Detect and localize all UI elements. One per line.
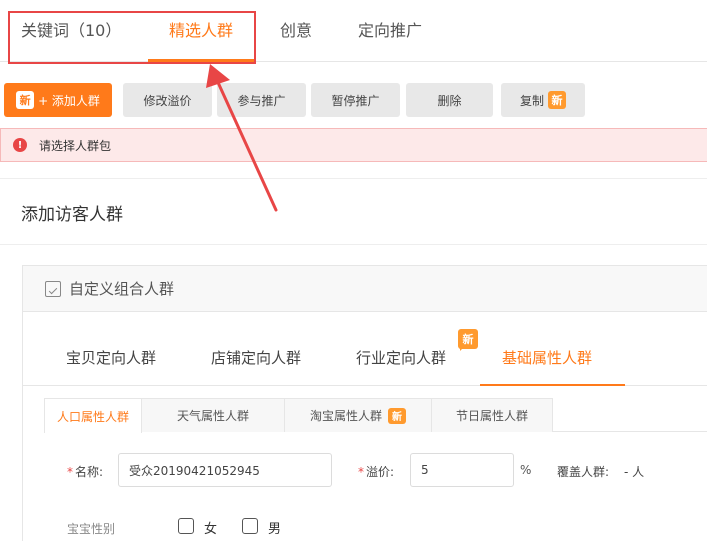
premium-label: * 溢价:	[358, 465, 395, 479]
male-checkbox[interactable]	[242, 518, 258, 534]
divider	[0, 244, 707, 245]
male-label: 男	[268, 522, 282, 537]
badge-tail	[460, 346, 465, 351]
tab-targeted-promo[interactable]: 定向推广	[358, 17, 422, 41]
tab-basic-attr-crowd[interactable]: 基础属性人群	[502, 347, 592, 368]
active-tab-underline	[480, 384, 625, 386]
name-label: * 名称:	[67, 465, 104, 479]
new-badge: 新	[16, 91, 35, 109]
premium-input[interactable]: 5	[410, 453, 514, 487]
percent-unit: %	[520, 463, 532, 477]
copy-button[interactable]: 复制 新	[501, 83, 585, 117]
card-header: 自定义组合人群	[23, 266, 707, 312]
annotation-highlight-box	[8, 11, 256, 64]
error-icon: !	[13, 138, 27, 152]
baby-gender-label: 宝宝性别	[67, 522, 116, 536]
tab-item-crowd[interactable]: 宝贝定向人群	[66, 347, 156, 368]
tab-creative[interactable]: 创意	[280, 17, 312, 41]
card-title: 自定义组合人群	[69, 280, 175, 298]
tab-demographic[interactable]: 人口属性人群	[44, 398, 142, 433]
tab-industry-crowd[interactable]: 行业定向人群	[356, 347, 446, 368]
add-crowd-button[interactable]: 新 + 添加人群	[4, 83, 112, 117]
tab-taobao-label: 淘宝属性人群	[309, 409, 382, 423]
new-badge: 新	[388, 407, 406, 424]
female-label: 女	[204, 522, 218, 537]
combine-icon	[45, 280, 61, 297]
edit-premium-button[interactable]: 修改溢价	[123, 83, 212, 117]
copy-label: 复制	[519, 93, 544, 108]
tab-store-crowd[interactable]: 店铺定向人群	[211, 347, 301, 368]
annotation-arrow-icon	[206, 64, 278, 212]
tab-weather[interactable]: 天气属性人群	[141, 398, 285, 432]
name-input[interactable]: 受众20190421052945	[118, 453, 332, 487]
alert-text: 请选择人群包	[39, 138, 112, 153]
coverage-label: 覆盖人群:	[557, 465, 610, 479]
add-crowd-label: + 添加人群	[38, 93, 100, 108]
alert-banner: ! 请选择人群包	[0, 128, 707, 162]
new-badge: 新	[548, 91, 566, 109]
tab-holiday[interactable]: 节日属性人群	[431, 398, 553, 432]
crowd-type-tabs: 宝贝定向人群 店铺定向人群 行业定向人群 基础属性人群	[22, 330, 707, 386]
female-checkbox[interactable]	[178, 518, 194, 534]
tab-taobao-attr[interactable]: 淘宝属性人群 新	[284, 398, 432, 432]
section-title: 添加访客人群	[21, 205, 123, 225]
pause-promo-button[interactable]: 暂停推广	[311, 83, 400, 117]
attribute-tabs: 人口属性人群 天气属性人群 淘宝属性人群 新 节日属性人群	[44, 398, 707, 433]
delete-button[interactable]: 删除	[406, 83, 493, 117]
coverage-value: - 人	[624, 465, 645, 479]
